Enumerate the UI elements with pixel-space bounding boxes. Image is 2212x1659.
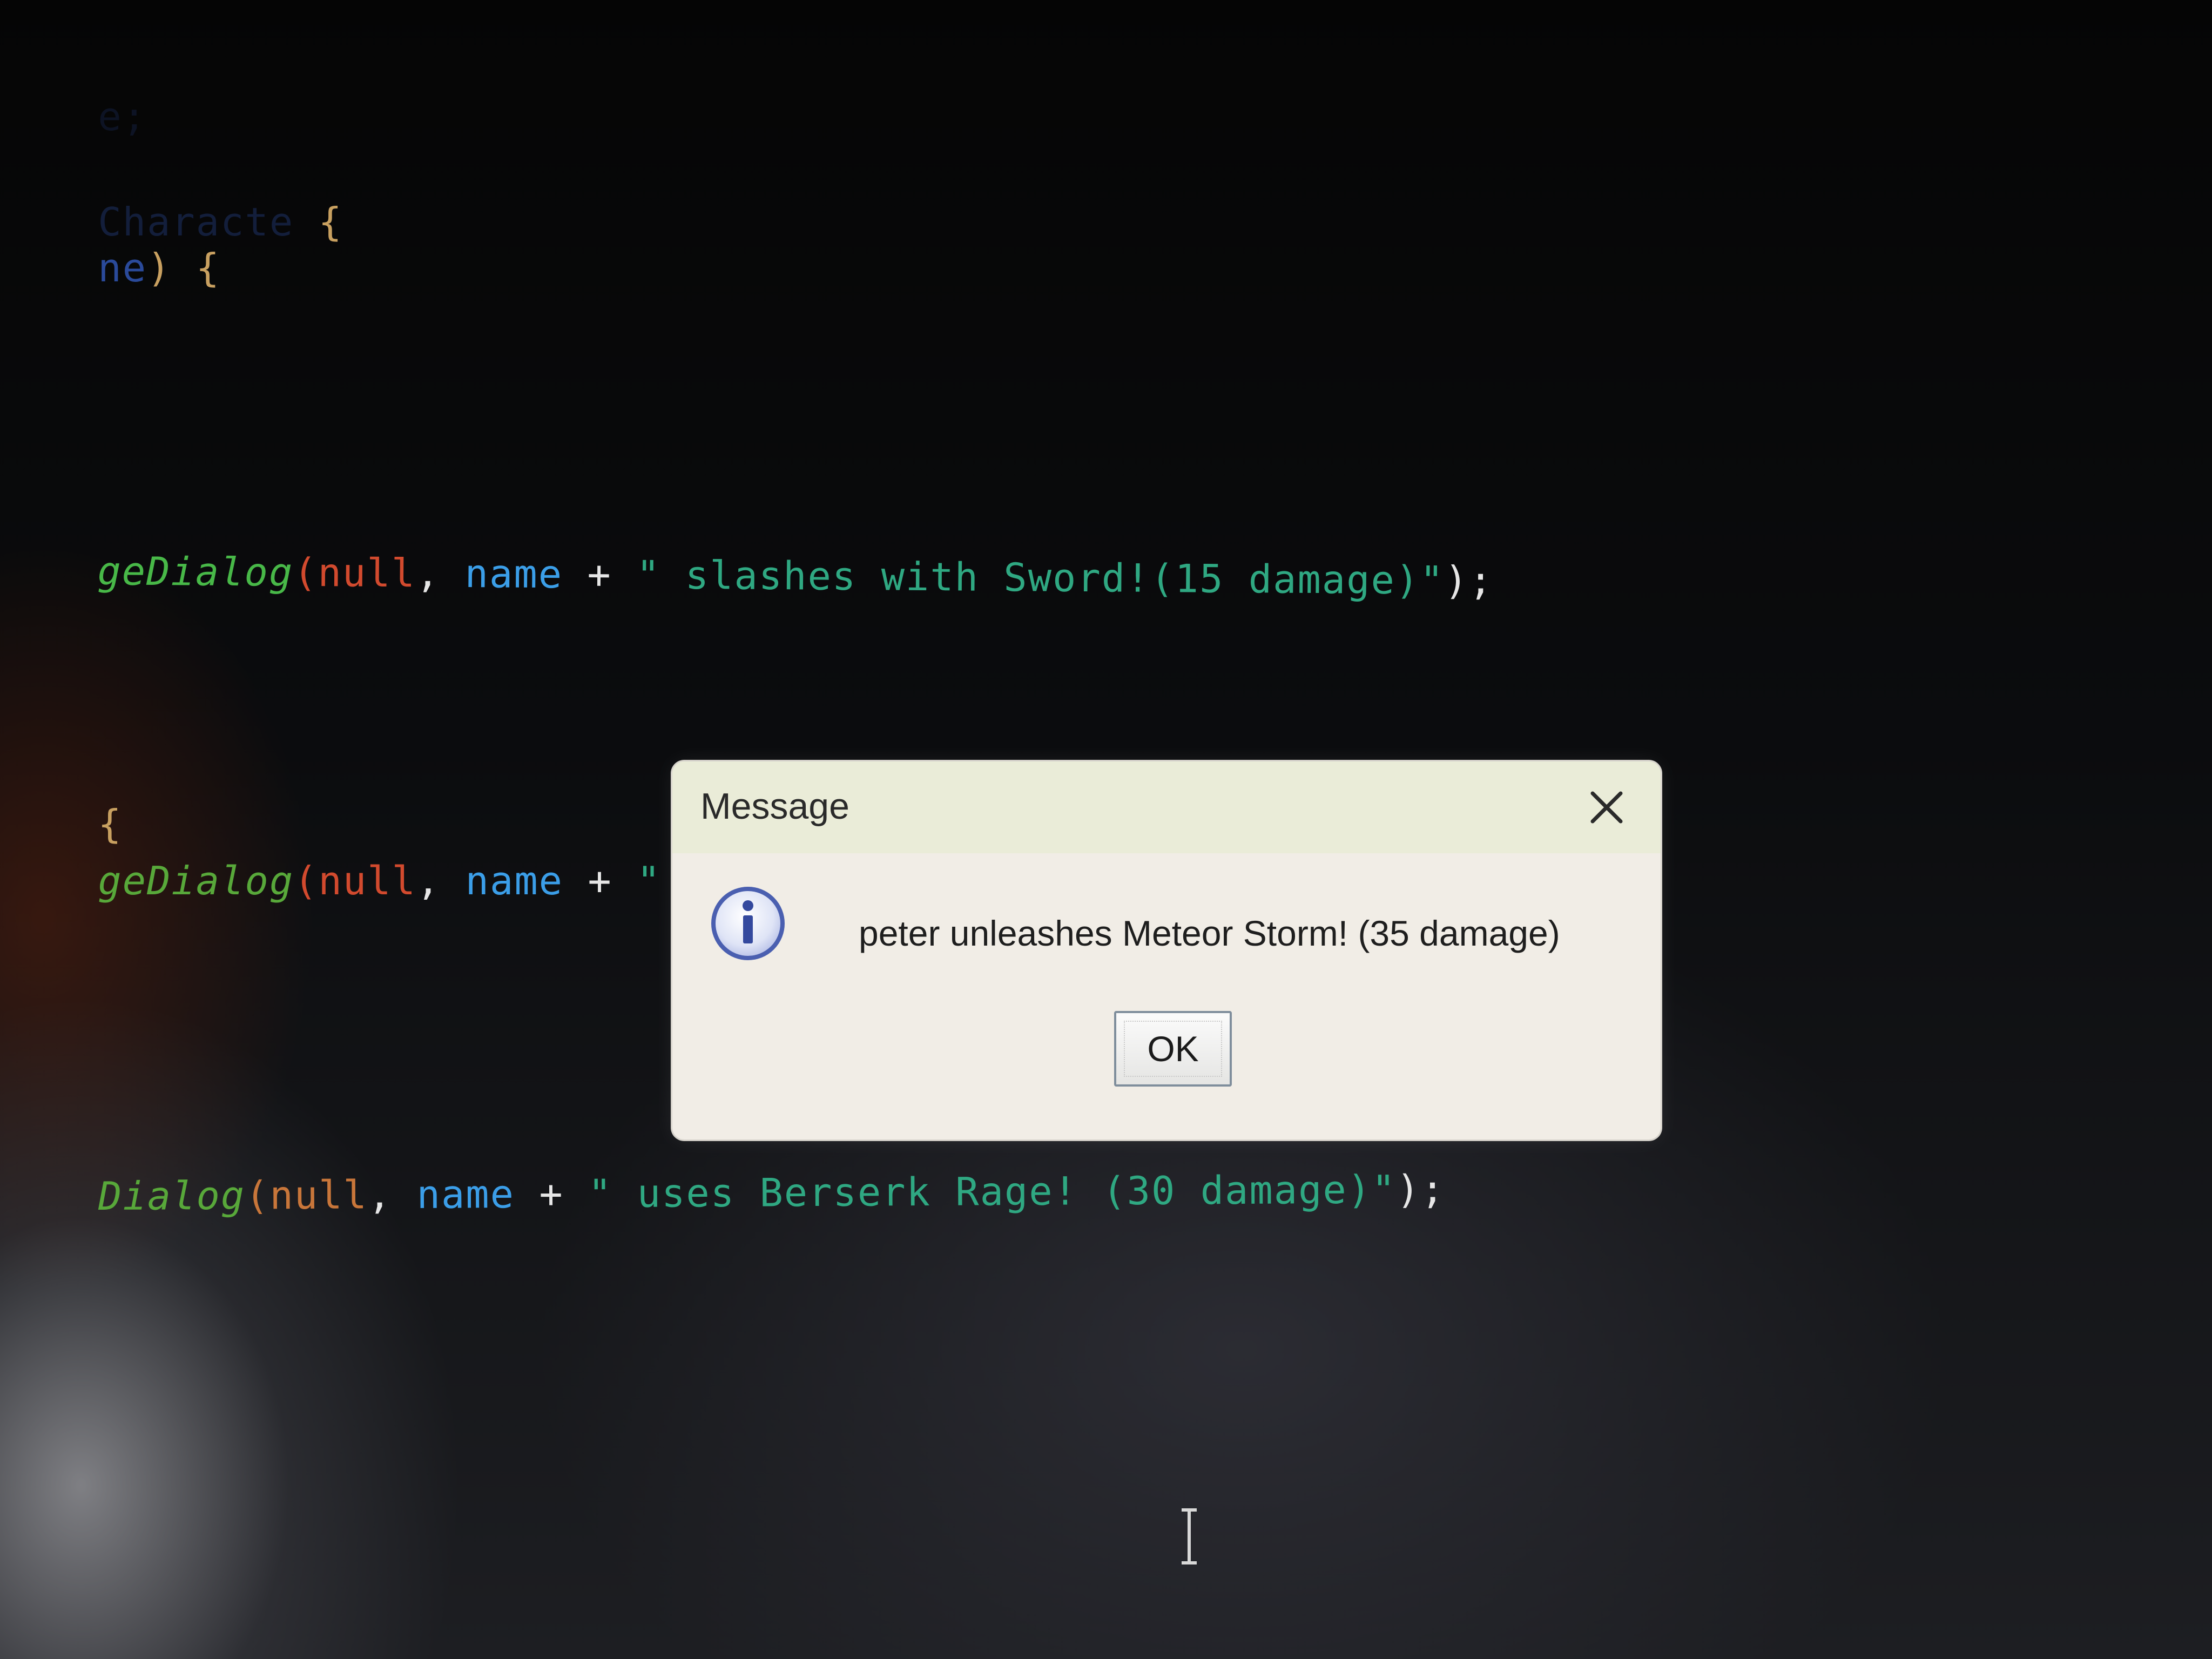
code-token: null — [269, 1172, 368, 1218]
code-token: ( — [245, 1172, 270, 1218]
code-token: name — [465, 858, 564, 903]
code-line: Dialog(null, name + " uses Berserk Rage!… — [0, 1121, 1446, 1265]
code-token: name — [416, 1171, 515, 1217]
code-token: Dialog — [98, 1172, 246, 1219]
code-token: { — [294, 199, 343, 245]
close-icon — [1590, 791, 1623, 824]
code-token: e; — [98, 94, 147, 139]
code-token: " slashes with Sword!(15 damage)" — [636, 552, 1445, 603]
dialog-title: Message — [700, 786, 849, 827]
code-token: ); — [1444, 557, 1494, 604]
code-line: geDialog(null, name + " slashes with Swo… — [0, 502, 1494, 649]
code-line: ne) { — [0, 200, 220, 336]
code-token: null — [318, 858, 416, 903]
code-token: + — [514, 1171, 589, 1217]
code-token: ) { — [147, 245, 221, 291]
code-token: ); — [1396, 1166, 1446, 1212]
ok-button[interactable]: OK — [1114, 1011, 1232, 1087]
dialog-message: peter unleashes Meteor Storm! (35 damage… — [859, 913, 1560, 953]
code-token: ( — [294, 858, 319, 903]
code-token: , — [416, 858, 466, 903]
code-token: ( — [293, 549, 318, 596]
dialog-titlebar[interactable]: Message — [672, 761, 1661, 853]
code-token: + — [562, 551, 637, 598]
message-dialog: Message peter unleashes Meteor Storm! (3… — [672, 761, 1661, 1139]
code-token: , — [367, 1171, 417, 1218]
code-token: null — [318, 550, 416, 596]
code-token: geDialog — [98, 858, 294, 903]
code-token: " uses Berserk Rage! (30 damage)" — [588, 1166, 1397, 1217]
text-cursor-icon — [1182, 1508, 1197, 1564]
code-token: , — [415, 550, 466, 597]
code-token: ne — [98, 245, 147, 291]
code-token: geDialog — [97, 548, 294, 595]
code-token: name — [464, 551, 563, 597]
code-token: + — [563, 858, 637, 903]
code-editor: e; Characte { ne) { geDialog(null, name … — [0, 0, 2212, 1659]
close-button[interactable] — [1585, 786, 1628, 829]
info-icon — [707, 883, 788, 964]
